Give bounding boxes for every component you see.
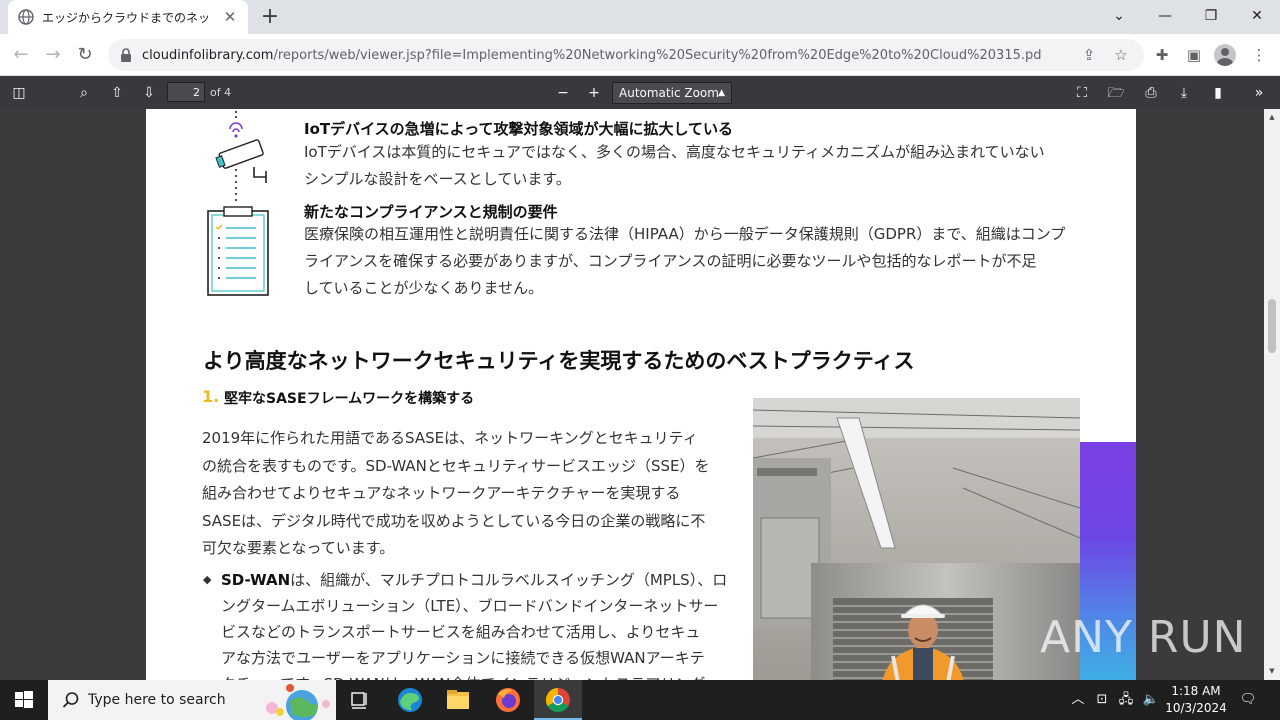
browser-toolbar: ← → ↻ cloudinfolibrary.com/reports/web/v… [0,34,1280,76]
presentation-mode-icon[interactable]: ⛶ [1071,82,1093,104]
profile-avatar[interactable] [1214,44,1236,66]
volume-icon[interactable]: 🔈 [1140,680,1162,720]
new-tab-button[interactable]: + [258,5,282,29]
compliance-heading: 新たなコンプライアンスと規制の要件 [304,203,558,221]
network-icon[interactable]: 🖧 [1115,680,1137,720]
bullet-line: ビスなどのトランスポートサービスを組み合わせて活用し、よりセキュ [221,623,701,641]
paragraph-line: の統合を表すものです。SD-WANとセキュリティサービスエッジ（SSE）を [202,456,710,475]
menu-kebab-icon[interactable]: ⋮ [1249,45,1269,65]
zoom-out-button[interactable]: − [552,82,574,104]
zoom-value: Automatic Zoom [619,86,719,100]
compliance-body-line: ライアンスを確保する必要がありますが、コンプライアンスの証明に必要なツールや包括… [304,252,1037,270]
anyrun-watermark: ANY RUN [1040,612,1247,663]
tab-close-icon[interactable]: ✕ [222,9,238,25]
notifications-icon[interactable]: 🗨 [1236,680,1260,720]
bullet-bold-term: SD-WAN [221,571,291,589]
bullet-line: クチャーです。SD-WANは、WAN全体でインテリジェントステアリング [221,671,731,680]
bullet-line: アな方法でユーザーをアプリケーションに接続できる仮想WANアーキテ [221,649,705,667]
pdf-page: IoTデバイスの急増によって攻撃対象領域が大幅に拡大している IoTデバイスは本… [146,109,1136,680]
file-explorer-icon[interactable] [434,680,482,720]
download-icon[interactable]: ⤓ [1173,82,1195,104]
tab-list-icon[interactable]: ⌄ [1106,4,1132,28]
browser-tab[interactable]: エッジからクラウドまでのネットワーキング ✕ [8,0,248,34]
tools-menu-icon[interactable]: » [1248,82,1270,104]
iot-heading: IoTデバイスの急増によって攻撃対象領域が大幅に拡大している [304,120,734,138]
section-title: より高度なネットワークセキュリティを実現するためのベストプラクティス [203,349,915,373]
sd-wan-bullet: SD-WANは、組織が、マルチプロトコルラベルスイッチング（MPLS）、ロ ング… [221,567,731,680]
url-host: cloudinfolibrary.com [142,47,274,63]
windows-start-icon[interactable] [0,680,48,720]
zoom-in-button[interactable]: + [583,82,605,104]
paragraph-line: 組み合わせてよりセキュアなネットワークアーキテクチャーを実現する [202,484,681,502]
iot-camera-icon [215,111,267,201]
clipboard-checklist-icon [207,206,269,296]
paragraph-line: 2019年に作られた用語であるSASEは、ネットワーキングとセキュリティ [202,429,698,447]
bookmark-icon[interactable]: ▮ [1207,82,1229,104]
tab-title: エッジからクラウドまでのネットワーキング [42,10,214,25]
compliance-body-line: 医療保険の相互運用性と説明責任に関する法律（HIPAA）から一般データ保護規則（… [304,225,1066,243]
caret-icon: ▲ [718,88,725,98]
tray-chevron-icon[interactable]: ︿ [1068,680,1088,720]
url-text: cloudinfolibrary.com/reports/web/viewer.… [142,48,1042,63]
step-title: 堅牢なSASEフレームワークを構築する [224,391,475,407]
paragraph-line: SASEは、デジタル時代で成功を収めようとしている今日の企業の戦略に不 [202,511,706,530]
tray-device-icon[interactable]: ⊡ [1092,680,1112,720]
bullet-marker: ◆ [203,573,212,586]
vertical-scrollbar[interactable]: ▲ ▼ [1264,109,1280,680]
paragraph-line: 可欠な要素となっています。 [202,539,395,557]
scroll-down-icon[interactable]: ▼ [1267,667,1277,675]
compliance-body-line: していることが少なくありません。 [304,279,544,297]
tab-strip: エッジからクラウドまでのネットワーキング ✕ + ⌄ — ❐ ✕ [0,0,1280,34]
step-number: 1. [202,387,220,406]
restore-button[interactable]: ❐ [1198,4,1224,28]
clock-date: 10/3/2024 [1165,701,1227,715]
system-clock[interactable]: 1:18 AM 10/3/2024 [1164,683,1228,717]
lock-icon [121,48,131,62]
side-panel-icon[interactable]: ▣ [1184,45,1204,65]
worker-photo [753,398,1080,680]
previous-page-icon[interactable]: ⇧ [106,82,128,104]
bullet-line: ングタームエボリューション（LTE）、ブロードバンドインターネットサー [221,597,719,615]
scroll-up-icon[interactable]: ▲ [1267,113,1277,121]
sase-paragraph: 2019年に作られた用語であるSASEは、ネットワーキングとセキュリティ の統合… [202,425,732,563]
pdf-viewer[interactable]: IoTデバイスの急増によって攻撃対象領域が大幅に拡大している IoTデバイスは本… [0,109,1264,680]
next-page-icon[interactable]: ⇩ [138,82,160,104]
bullet-line: は、組織が、マルチプロトコルラベルスイッチング（MPLS）、ロ [290,571,728,589]
iot-body-line: シンプルな設計をベースとしています。 [304,170,571,188]
close-window-button[interactable]: ✕ [1244,4,1270,28]
url-path: /reports/web/viewer.jsp?file=Implementin… [273,47,1042,63]
firefox-icon[interactable] [484,680,532,720]
share-icon[interactable]: ⇪ [1080,46,1098,64]
extensions-icon[interactable]: ✚ [1152,45,1172,65]
iot-body: IoTデバイスは本質的にセキュアではなく、多くの場合、高度なセキュリティメカニズ… [304,139,1104,193]
find-icon[interactable]: ⌕ [73,82,95,104]
edge-icon[interactable] [386,680,434,720]
reload-button[interactable]: ↻ [72,42,98,68]
task-view-icon[interactable] [336,680,384,720]
page-number-input[interactable] [167,82,205,102]
iot-body-line: IoTデバイスは本質的にセキュアではなく、多くの場合、高度なセキュリティメカニズ… [304,143,1045,161]
search-placeholder: Type here to search [88,692,226,708]
bookmark-star-icon[interactable]: ☆ [1112,46,1130,64]
sidebar-toggle-icon[interactable]: ◫ [8,82,30,104]
forward-button[interactable]: → [40,42,66,68]
zoom-select[interactable]: Automatic Zoom ▲ [612,82,732,104]
search-highlight-icon [266,684,330,720]
print-icon[interactable]: ⎙ [1140,82,1162,104]
taskbar-search[interactable]: Type here to search [48,680,336,720]
back-button[interactable]: ← [8,42,34,68]
pdf-toolbar: ◫ ⌕ ⇧ ⇩ of 4 − + Automatic Zoom ▲ ⛶ 🗁 ⎙ … [0,77,1280,109]
chrome-icon[interactable] [534,680,582,720]
compliance-body: 医療保険の相互運用性と説明責任に関する法律（HIPAA）から一般データ保護規則（… [304,221,1104,302]
taskbar: Type here to search ︿ ⊡ 🖧 🔈 1:18 AM 10/3… [0,680,1280,720]
scroll-thumb[interactable] [1268,299,1276,353]
search-icon [62,692,79,708]
globe-icon [18,9,34,25]
page-count-label: of 4 [210,86,232,99]
minimize-button[interactable]: — [1152,4,1178,28]
clock-time: 1:18 AM [1171,684,1221,698]
open-file-icon[interactable]: 🗁 [1105,82,1127,104]
address-bar[interactable]: cloudinfolibrary.com/reports/web/viewer.… [108,39,1144,71]
